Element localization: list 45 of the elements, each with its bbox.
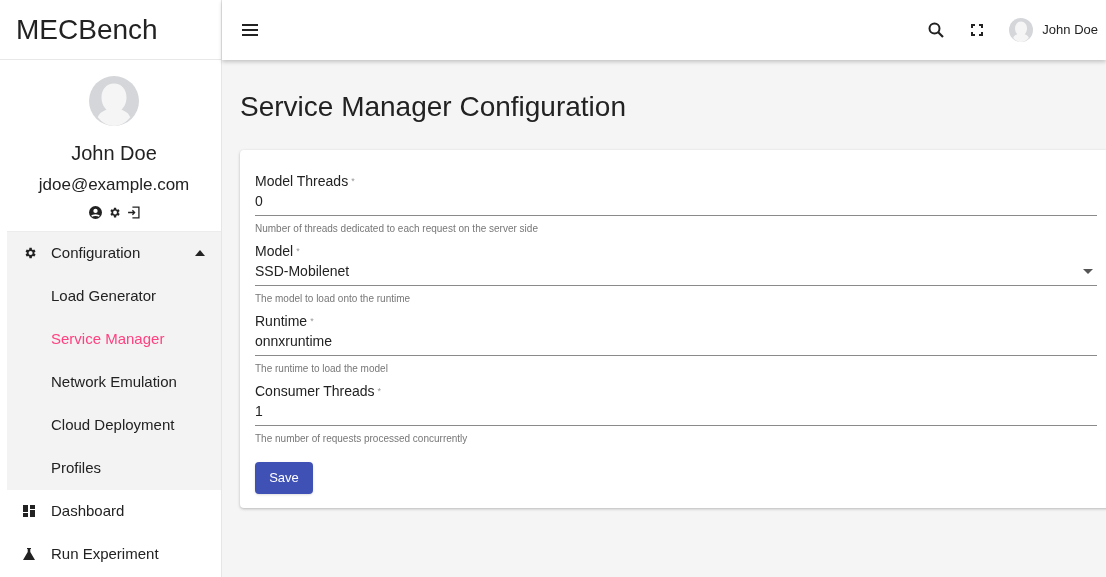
caret-icon bbox=[195, 250, 205, 256]
field-value: 1 bbox=[255, 402, 264, 421]
dashboard-icon bbox=[23, 505, 35, 517]
account-icon[interactable] bbox=[88, 205, 102, 219]
input-field[interactable]: Consumer Threads * 1 bbox=[255, 382, 1097, 426]
input-field[interactable]: Model Threads * 0 bbox=[255, 172, 1097, 216]
brand-title: MECBench bbox=[16, 12, 158, 47]
field-value: SSD-Mobilenet bbox=[255, 262, 351, 281]
nav-item[interactable]: Run Experiment bbox=[7, 532, 221, 576]
nav-subitem[interactable]: Network Emulation bbox=[7, 360, 221, 404]
field-value: 0 bbox=[255, 192, 264, 211]
field-label: Model bbox=[255, 243, 294, 259]
nav-subitem[interactable]: Load Generator bbox=[7, 274, 221, 318]
gear-icon bbox=[23, 246, 37, 260]
fullscreen-icon[interactable] bbox=[971, 24, 984, 36]
helper-text: The number of requests processed concurrently bbox=[255, 432, 469, 446]
select-field[interactable]: Model * SSD-Mobilenet bbox=[255, 242, 1097, 286]
avatar bbox=[89, 76, 139, 126]
save-button[interactable]: Save bbox=[255, 462, 313, 494]
nav-subitem[interactable]: Cloud Deployment bbox=[7, 403, 221, 447]
avatar bbox=[1009, 18, 1034, 42]
logout-icon[interactable] bbox=[126, 205, 140, 219]
nav-item[interactable]: Dashboard bbox=[7, 489, 221, 533]
field-label: Consumer Threads bbox=[255, 383, 375, 399]
field-value: onnxruntime bbox=[255, 332, 334, 351]
header-user-name[interactable]: John Doe bbox=[1042, 20, 1098, 40]
page-title: Service Manager Configuration bbox=[240, 90, 627, 124]
nav-item[interactable]: Configuration bbox=[7, 231, 221, 275]
required-mark: * bbox=[351, 176, 355, 186]
field-label: Runtime bbox=[255, 313, 308, 329]
search-icon[interactable] bbox=[928, 22, 945, 38]
required-mark: * bbox=[310, 316, 314, 326]
user-email: jdoe@example.com bbox=[38, 174, 190, 196]
required-mark: * bbox=[377, 386, 382, 396]
user-name: John Doe bbox=[71, 141, 157, 166]
required-mark: * bbox=[296, 246, 300, 256]
helper-text: The model to load onto the runtime bbox=[255, 292, 412, 306]
helper-text: The runtime to load the model bbox=[255, 362, 389, 376]
dropdown-caret-icon bbox=[1083, 268, 1093, 274]
helper-text: Number of threads dedicated to each request on the server side bbox=[255, 222, 539, 236]
field-label: Model Threads bbox=[255, 173, 349, 189]
flask-icon bbox=[23, 548, 35, 560]
nav-subitem[interactable]: Profiles bbox=[7, 446, 221, 490]
input-field[interactable]: Runtime * onnxruntime bbox=[255, 312, 1097, 356]
menu-icon[interactable] bbox=[242, 24, 258, 36]
